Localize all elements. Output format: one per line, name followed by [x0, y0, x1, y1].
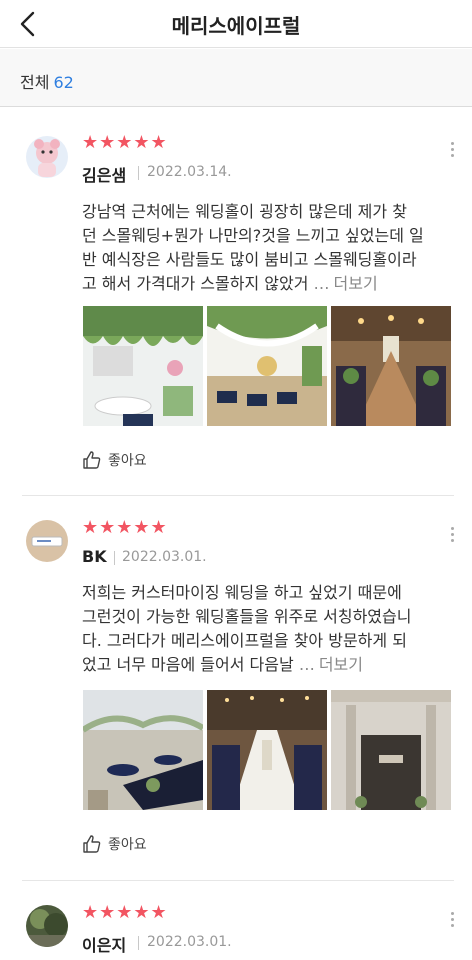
review-date: 2022.03.01.	[122, 549, 207, 565]
separator	[138, 936, 139, 950]
review-date: 2022.03.14.	[147, 164, 232, 180]
review-text-last: 었고 너무 마음에 들어서 다음날	[82, 655, 294, 674]
ellipsis: …	[298, 655, 315, 674]
review-item: ★★★★★ 김은샘 2022.03.14. 강남역 근처에는 웨딩홀이 굉장히 …	[0, 110, 472, 495]
review-photo[interactable]	[83, 690, 203, 810]
read-more-link[interactable]: 더보기	[334, 274, 378, 293]
review-text-line: 강남역 근처에는 웨딩홀이 굉장히 많은데 제가 찾	[82, 202, 407, 221]
review-item: ★★★★★ BK 2022.03.01. 저희는 커스터마이징 웨딩을 하고 싶…	[0, 495, 472, 880]
like-button[interactable]: 좋아요	[82, 833, 147, 855]
review-photo[interactable]	[331, 306, 451, 426]
like-button[interactable]: 좋아요	[82, 449, 147, 471]
more-vertical-icon[interactable]	[446, 527, 458, 545]
review-text-line: 고 해서 가격대가 스몰하지 않았거 … 더보기	[82, 272, 457, 296]
thumbs-up-icon	[83, 451, 101, 469]
like-label: 좋아요	[108, 453, 147, 469]
review-date: 2022.03.01.	[147, 934, 232, 950]
reviewer-name: 이은지	[82, 936, 127, 955]
total-label: 전체	[20, 73, 50, 92]
top-app-bar: 메리스에이프럴	[0, 0, 472, 48]
reviewer-name: BK	[82, 547, 107, 566]
separator	[114, 551, 115, 565]
ellipsis: …	[313, 274, 330, 293]
star-rating: ★★★★★	[82, 132, 168, 153]
review-text-line: 다. 그러다가 메리스에이프럴을 찾아 방문하게 되	[82, 631, 407, 650]
review-photo[interactable]	[331, 690, 451, 810]
star-rating: ★★★★★	[82, 517, 168, 538]
review-text-line: 그런것이 가능한 웨딩홀들을 위주로 서칭하였습니	[82, 607, 412, 626]
review-text: 강남역 근처에는 웨딩홀이 굉장히 많은데 제가 찾 던 스몰웨딩+뭔가 나만의…	[82, 200, 457, 296]
more-vertical-icon[interactable]	[446, 142, 458, 160]
review-text: 저희는 커스터마이징 웨딩을 하고 싶었기 때문에 그런것이 가능한 웨딩홀들을…	[82, 581, 457, 677]
review-text-line: 저희는 커스터마이징 웨딩을 하고 싶었기 때문에	[82, 583, 402, 602]
review-count-bar: 전체 62	[0, 49, 472, 107]
avatar[interactable]	[26, 136, 68, 178]
page-title: 메리스에이프럴	[171, 14, 301, 38]
review-count[interactable]: 전체 62	[20, 69, 74, 93]
separator	[138, 166, 139, 180]
review-text-line: 반 예식장은 사람들도 많이 붐비고 스몰웨딩홀이라	[82, 250, 417, 269]
review-photo[interactable]	[207, 690, 327, 810]
reviewer-name: 김은샘	[82, 166, 127, 185]
review-text-line: 던 스몰웨딩+뭔가 나만의?것을 느끼고 싶었는데 일	[82, 226, 424, 245]
read-more-link[interactable]: 더보기	[319, 655, 363, 674]
review-text-last: 고 해서 가격대가 스몰하지 않았거	[82, 274, 309, 293]
avatar[interactable]	[26, 520, 68, 562]
more-vertical-icon[interactable]	[446, 912, 458, 930]
review-item: ★★★★★ 이은지 2022.03.01.	[0, 880, 472, 960]
review-text-line: 었고 너무 마음에 들어서 다음날 … 더보기	[82, 653, 457, 677]
star-rating: ★★★★★	[82, 902, 168, 923]
review-photo[interactable]	[207, 306, 327, 426]
like-label: 좋아요	[108, 837, 147, 853]
review-photo[interactable]	[83, 306, 203, 426]
total-count: 62	[53, 73, 74, 92]
thumbs-up-icon	[83, 835, 101, 853]
avatar[interactable]	[26, 905, 68, 947]
